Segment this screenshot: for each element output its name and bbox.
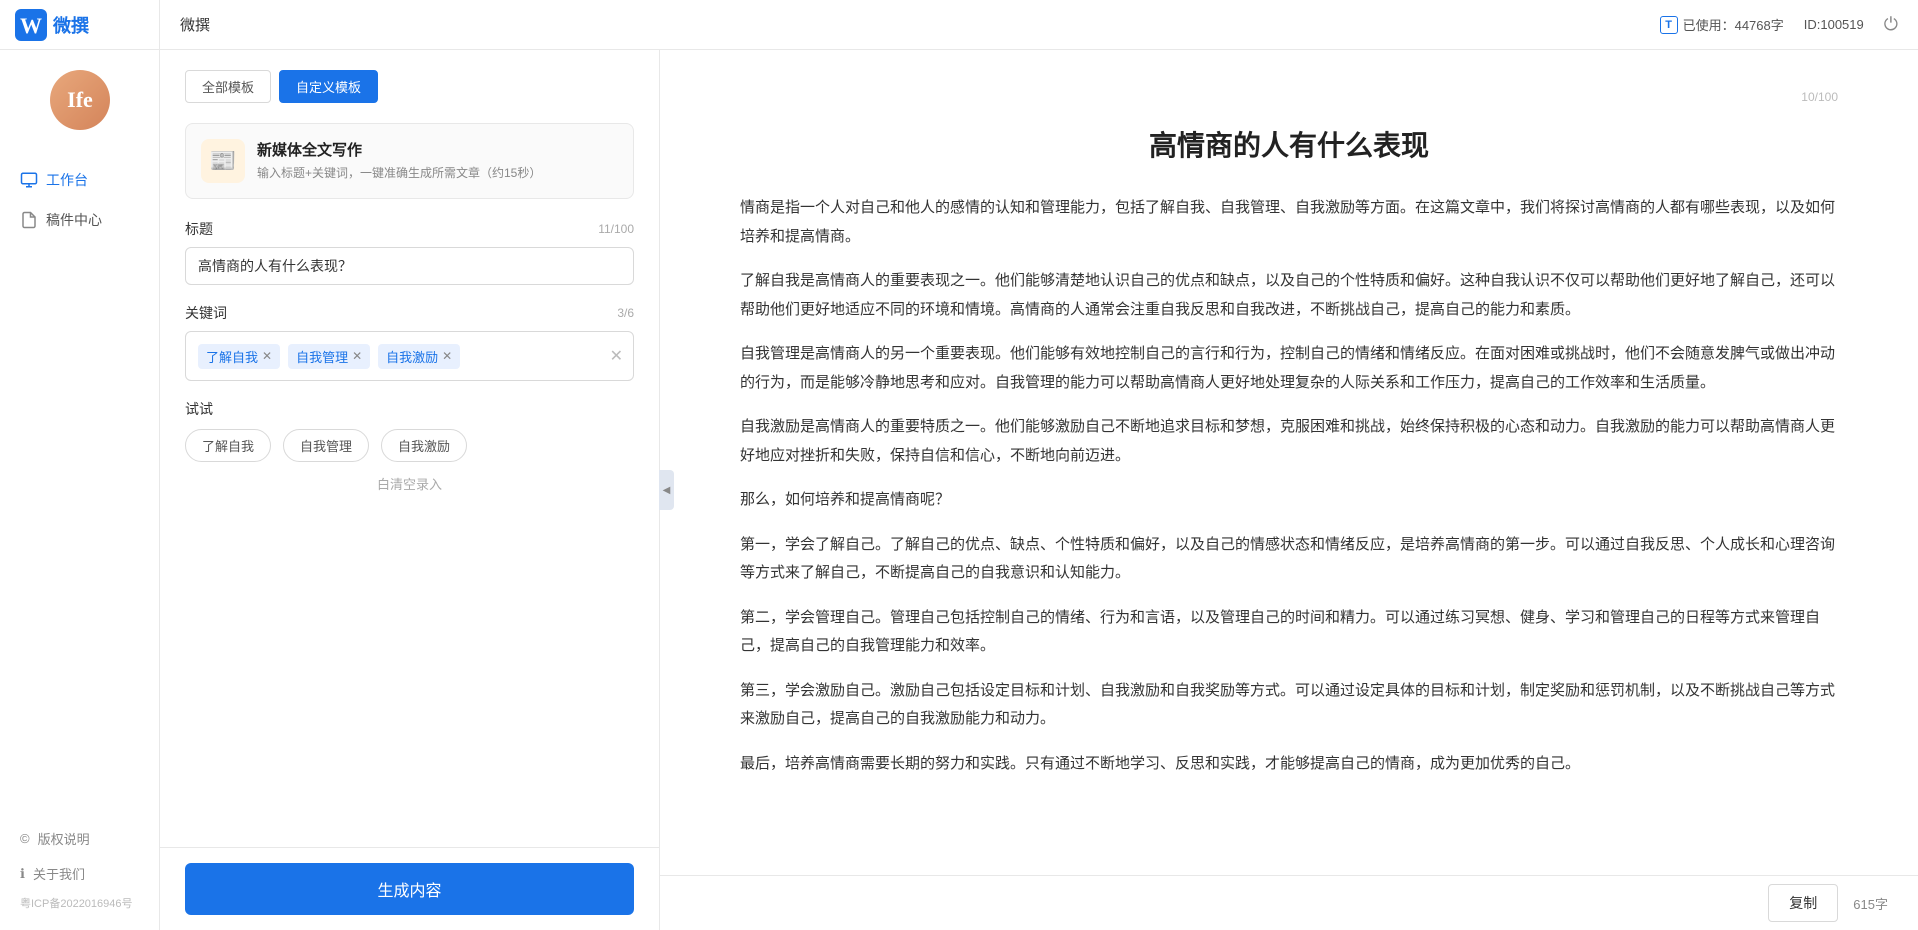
- sidebar-item-drafts[interactable]: 稿件中心: [0, 200, 159, 240]
- main-layout: ◀ 全部模板 自定义模板 📰 新媒体全文写作 输入标题+关键词，一键准确生成所需…: [160, 50, 1918, 930]
- template-title: 新媒体全文写作: [257, 139, 541, 160]
- user-avatar-area: Ife: [0, 50, 160, 140]
- template-card-icon: 📰: [201, 139, 245, 183]
- sidebar-nav: 工作台 稿件中心: [0, 140, 159, 811]
- top-header: 微撰 T 已使用：44768字 ID:100519 ⏻: [0, 0, 1918, 50]
- keyword-tag-1[interactable]: 了解自我 ✕: [198, 344, 280, 369]
- template-info: 新媒体全文写作 输入标题+关键词，一键准确生成所需文章（约15秒）: [257, 139, 541, 181]
- article-p-4: 自我激励是高情商人的重要特质之一。他们能够激励自己不断地追求目标和梦想，克服困难…: [740, 413, 1838, 470]
- copy-button[interactable]: 复制: [1768, 884, 1838, 922]
- article-body: 情商是指一个人对自己和他人的感情的认知和管理能力，包括了解自我、自我管理、自我激…: [740, 194, 1838, 778]
- avatar: Ife: [50, 70, 110, 130]
- try-tags: 了解自我 自我管理 自我激励: [185, 429, 634, 462]
- right-panel: 10/100 高情商的人有什么表现 情商是指一个人对自己和他人的感情的认知和管理…: [660, 50, 1918, 930]
- article-p-7: 第二，学会管理自己。管理自己包括控制自己的情绪、行为和言语，以及管理自己的时间和…: [740, 604, 1838, 661]
- top-header-right: T 已使用：44768字 ID:100519 ⏻: [1660, 14, 1898, 35]
- file-icon: [20, 211, 38, 229]
- sidebar-footer-about[interactable]: ℹ 关于我们: [0, 856, 159, 891]
- article-p-2: 了解自我是高情商人的重要表现之一。他们能够清楚地认识自己的优点和缺点，以及自己的…: [740, 267, 1838, 324]
- usage-icon: T: [1660, 16, 1678, 34]
- title-section: 标题 11/100: [185, 219, 634, 285]
- try-tag-2[interactable]: 自我管理: [283, 429, 369, 462]
- article-p-5: 那么，如何培养和提高情商呢？: [740, 486, 1838, 515]
- sidebar-footer-copyright[interactable]: © 版权说明: [0, 821, 159, 856]
- sidebar-item-workspace[interactable]: 工作台: [0, 160, 159, 200]
- keyword-tag-3-text: 自我激励: [386, 347, 438, 366]
- usage-text: 已使用：44768字: [1683, 15, 1784, 34]
- info-icon: ℹ: [20, 866, 25, 882]
- svg-text:W: W: [20, 13, 42, 38]
- sidebar-logo: W 微撰: [0, 0, 159, 50]
- keywords-label: 关键词: [185, 303, 227, 323]
- left-panel: ◀ 全部模板 自定义模板 📰 新媒体全文写作 输入标题+关键词，一键准确生成所需…: [160, 50, 660, 930]
- title-label: 标题: [185, 219, 213, 239]
- keywords-label-row: 关键词 3/6: [185, 303, 634, 323]
- article-p-9: 最后，培养高情商需要长期的努力和实践。只有通过不断地学习、反思和实践，才能够提高…: [740, 750, 1838, 779]
- clear-hint: 白清空录入: [185, 474, 634, 493]
- sidebar: W 微撰 Ife 工作台 稿件中心: [0, 0, 160, 930]
- keyword-tag-3-remove[interactable]: ✕: [442, 350, 452, 362]
- tab-custom-templates[interactable]: 自定义模板: [279, 70, 378, 103]
- keyword-tag-1-remove[interactable]: ✕: [262, 350, 272, 362]
- article-title: 高情商的人有什么表现: [740, 124, 1838, 164]
- sidebar-footer: © 版权说明 ℹ 关于我们 粤ICP备2022016946号: [0, 811, 159, 930]
- keyword-tag-2-remove[interactable]: ✕: [352, 350, 362, 362]
- left-panel-content: 全部模板 自定义模板 📰 新媒体全文写作 输入标题+关键词，一键准确生成所需文章…: [160, 50, 659, 847]
- power-icon[interactable]: ⏻: [1884, 14, 1898, 35]
- keyword-tag-2[interactable]: 自我管理 ✕: [288, 344, 370, 369]
- app-name: 微撰: [180, 14, 210, 35]
- id-info: ID:100519: [1804, 17, 1864, 32]
- sidebar-item-drafts-label: 稿件中心: [46, 210, 102, 230]
- bottom-bar: 生成内容: [160, 847, 659, 930]
- keywords-box[interactable]: 了解自我 ✕ 自我管理 ✕ 自我激励 ✕ ✕: [185, 331, 634, 381]
- article-p-1: 情商是指一个人对自己和他人的感情的认知和管理能力，包括了解自我、自我管理、自我激…: [740, 194, 1838, 251]
- content-bottom-bar: 复制 615字: [660, 875, 1918, 930]
- try-label: 试试: [185, 399, 634, 419]
- icp-text: 粤ICP备2022016946号: [0, 891, 159, 915]
- copyright-icon: ©: [20, 831, 30, 846]
- title-label-row: 标题 11/100: [185, 219, 634, 239]
- logo-icon: W: [15, 9, 47, 41]
- article-p-3: 自我管理是高情商人的另一个重要表现。他们能够有效地控制自己的言行和行为，控制自己…: [740, 340, 1838, 397]
- word-count: 615字: [1853, 894, 1888, 913]
- logo-text: 微撰: [53, 12, 89, 38]
- usage-info: T 已使用：44768字: [1660, 15, 1784, 34]
- sidebar-item-workspace-label: 工作台: [46, 170, 88, 190]
- title-counter: 11/100: [598, 222, 634, 236]
- keyword-tag-1-text: 了解自我: [206, 347, 258, 366]
- tab-all-templates[interactable]: 全部模板: [185, 70, 271, 103]
- try-section: 试试 了解自我 自我管理 自我激励 白清空录入: [185, 399, 634, 493]
- keywords-section: 关键词 3/6 了解自我 ✕ 自我管理 ✕ 自我激励 ✕: [185, 303, 634, 381]
- article-p-6: 第一，学会了解自己。了解自己的优点、缺点、个性特质和偏好，以及自己的情感状态和情…: [740, 531, 1838, 588]
- template-tabs: 全部模板 自定义模板: [185, 70, 634, 103]
- toggle-panel-arrow[interactable]: ◀: [659, 470, 674, 510]
- article-p-8: 第三，学会激励自己。激励自己包括设定目标和计划、自我激励和自我奖励等方式。可以通…: [740, 677, 1838, 734]
- keywords-clear-btn[interactable]: ✕: [610, 346, 623, 366]
- title-input[interactable]: [185, 247, 634, 285]
- generate-btn[interactable]: 生成内容: [185, 863, 634, 915]
- keyword-tag-2-text: 自我管理: [296, 347, 348, 366]
- page-counter: 10/100: [740, 90, 1838, 104]
- keywords-counter: 3/6: [617, 306, 634, 320]
- monitor-icon: [20, 171, 38, 189]
- template-desc: 输入标题+关键词，一键准确生成所需文章（约15秒）: [257, 164, 541, 181]
- try-tag-1[interactable]: 了解自我: [185, 429, 271, 462]
- template-card[interactable]: 📰 新媒体全文写作 输入标题+关键词，一键准确生成所需文章（约15秒）: [185, 123, 634, 199]
- try-tag-3[interactable]: 自我激励: [381, 429, 467, 462]
- content-area: 10/100 高情商的人有什么表现 情商是指一个人对自己和他人的感情的认知和管理…: [660, 50, 1918, 875]
- keyword-tag-3[interactable]: 自我激励 ✕: [378, 344, 460, 369]
